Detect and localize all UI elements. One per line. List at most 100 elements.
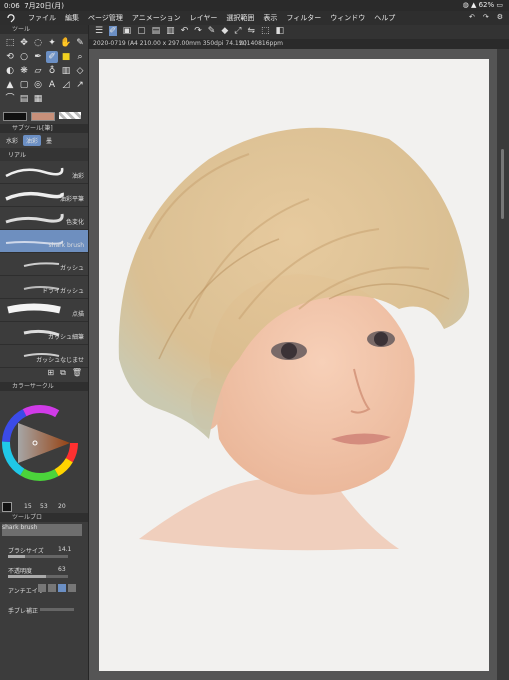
brush-size-value[interactable]: 14.1: [58, 546, 71, 553]
save-icon[interactable]: ▥: [166, 26, 175, 36]
redo-icon[interactable]: ↷: [194, 26, 202, 36]
menu-window[interactable]: ウィンドウ: [330, 13, 365, 23]
brush-toggle-icon[interactable]: ✐: [109, 26, 117, 36]
add-brush-icon[interactable]: ⊞: [47, 368, 54, 382]
brush-item[interactable]: 油彩: [0, 161, 88, 184]
menu-layer[interactable]: レイヤー: [190, 13, 218, 23]
menu-animation[interactable]: アニメーション: [132, 13, 181, 23]
search-tool-icon[interactable]: ⌕: [74, 51, 86, 63]
antialias-strong-icon[interactable]: [68, 584, 76, 592]
antialias-mid-icon[interactable]: [58, 584, 66, 592]
transparent-color-swatch[interactable]: [59, 112, 81, 119]
ruler-tool-icon[interactable]: ◿: [60, 79, 72, 91]
brush-item[interactable]: ガッシュなじませ: [0, 345, 88, 368]
brush-item[interactable]: ドライガッシュ: [0, 276, 88, 299]
brush-item[interactable]: 点描: [0, 299, 88, 322]
main-color-swatch[interactable]: [3, 112, 27, 121]
move-tool-icon[interactable]: ✥: [18, 37, 30, 49]
brush-size-slider[interactable]: [8, 555, 68, 558]
opacity-slider[interactable]: [8, 575, 68, 578]
ink-tool-icon[interactable]: ▲: [4, 79, 16, 91]
battery-indicator: ◍ ▲ 62% ▭: [462, 1, 503, 9]
zoom-tool-icon[interactable]: ○: [18, 51, 30, 63]
airbrush-tool-icon[interactable]: ◐: [4, 65, 16, 77]
brush-item[interactable]: 油彩平筆: [0, 184, 88, 207]
balloon-tool-icon[interactable]: ◎: [32, 79, 44, 91]
undo-menu-icon[interactable]: ↶: [469, 13, 475, 21]
tab-ink[interactable]: 墨: [43, 135, 55, 146]
delete-brush-icon[interactable]: 🗑: [72, 368, 82, 382]
hue-value: 15: [24, 503, 32, 510]
sub-color-swatch[interactable]: [31, 112, 55, 121]
open-file-icon[interactable]: ▤: [152, 26, 161, 36]
eyedropper-tool-icon[interactable]: ✎: [74, 37, 86, 49]
deselect-icon[interactable]: ⬚: [261, 26, 270, 36]
lasso-tool-icon[interactable]: ◌: [32, 37, 44, 49]
status-time: 0:06 7月20日(月): [4, 2, 65, 10]
tool-property-title: ツールプロ: [0, 513, 88, 522]
app-logo-icon[interactable]: [6, 13, 16, 23]
tab-watercolor[interactable]: 水彩: [3, 135, 21, 146]
fill-icon[interactable]: ◆: [221, 26, 228, 36]
menu-filter[interactable]: フィルター: [286, 13, 321, 23]
color-wheel-area: [0, 391, 88, 499]
eraser-tool-icon[interactable]: ▱: [32, 65, 44, 77]
brush-list-footer: ⊞ ⧉ 🗑: [0, 368, 88, 382]
tool-panel-title: ツール: [0, 25, 88, 34]
document-tab[interactable]: 20140816ppm: [239, 40, 283, 47]
brush-tool-icon[interactable]: ✐: [46, 51, 58, 63]
correct-line-tool-icon[interactable]: ⌒: [4, 93, 16, 105]
figure-tool-icon[interactable]: ◇: [74, 65, 86, 77]
invert-icon[interactable]: ◧: [276, 26, 285, 36]
decoration-tool-icon[interactable]: ❋: [18, 65, 30, 77]
new-file-icon[interactable]: ▢: [137, 26, 146, 36]
line-tool-icon[interactable]: ↗: [74, 79, 86, 91]
stabilization-slider[interactable]: [40, 608, 74, 611]
gradient-tool-icon[interactable]: ▥: [60, 65, 72, 77]
brush-item[interactable]: 色変化: [0, 207, 88, 230]
layer-toggle-icon[interactable]: ▣: [123, 26, 132, 36]
pen-tool-icon[interactable]: ✒: [32, 51, 44, 63]
rotate-tool-icon[interactable]: ⟲: [4, 51, 16, 63]
hand-tool-icon[interactable]: ✋: [60, 37, 72, 49]
brush-item-selected[interactable]: shark brush: [0, 230, 88, 253]
fill-tool-icon[interactable]: ■: [60, 51, 72, 63]
brush-item[interactable]: ガッシュ: [0, 253, 88, 276]
vertical-scrollbar[interactable]: [497, 49, 509, 680]
brush-item[interactable]: ガッシュ細筆: [0, 322, 88, 345]
text-tool-icon[interactable]: A: [46, 79, 58, 91]
settings-menu-icon[interactable]: ⚙: [497, 13, 503, 21]
undo-icon[interactable]: ↶: [181, 26, 189, 36]
opacity-label: 不透明度: [8, 568, 33, 575]
tab-oil[interactable]: 油彩: [23, 135, 42, 146]
subtool-tabs: 水彩 油彩 墨: [0, 133, 88, 148]
menu-help[interactable]: ヘルプ: [374, 13, 395, 23]
selection-tool-icon[interactable]: ⬚: [4, 37, 16, 49]
document-tab-active[interactable]: 2020-0719 (A4 210.00 x 297.00mm 350dpi 7…: [93, 40, 247, 47]
wand-tool-icon[interactable]: ✦: [46, 37, 58, 49]
transform-icon[interactable]: ⤢: [234, 26, 241, 36]
menu-file[interactable]: ファイル: [28, 13, 56, 23]
redo-menu-icon[interactable]: ↷: [483, 13, 489, 21]
menu-view[interactable]: 表示: [263, 13, 277, 23]
opacity-value[interactable]: 63: [58, 566, 66, 573]
frame-tool-icon[interactable]: ▢: [18, 79, 30, 91]
menu-page[interactable]: ページ管理: [88, 13, 123, 23]
stamp-tool-icon[interactable]: ▦: [32, 93, 44, 105]
antialias-none-icon[interactable]: [38, 584, 46, 592]
copy-brush-icon[interactable]: ⧉: [60, 368, 66, 382]
flip-icon[interactable]: ⇋: [247, 26, 255, 36]
pen-icon[interactable]: ✎: [208, 26, 216, 36]
layer-tool-icon[interactable]: ▤: [18, 93, 30, 105]
color-wheel[interactable]: [0, 391, 88, 499]
antialias-weak-icon[interactable]: [48, 584, 56, 592]
left-panel: ツール ⬚ ✥ ◌ ✦ ✋ ✎ ⟲ ○ ✒ ✐ ■ ⌕ ◐ ❋ ▱ ♁ ▥ ◇ …: [0, 25, 89, 680]
blend-tool-icon[interactable]: ♁: [46, 65, 58, 77]
menu-selection[interactable]: 選択範囲: [226, 13, 254, 23]
menu-edit[interactable]: 編集: [65, 13, 79, 23]
tool-property-panel: shark brush ブラシサイズ 14.1 不透明度 63 アンチエイリ 手…: [0, 522, 88, 622]
scroll-thumb[interactable]: [501, 149, 504, 219]
subtool-group[interactable]: リアル: [0, 148, 88, 161]
menu-list-icon[interactable]: ☰: [95, 26, 103, 36]
canvas-page[interactable]: [99, 59, 489, 671]
